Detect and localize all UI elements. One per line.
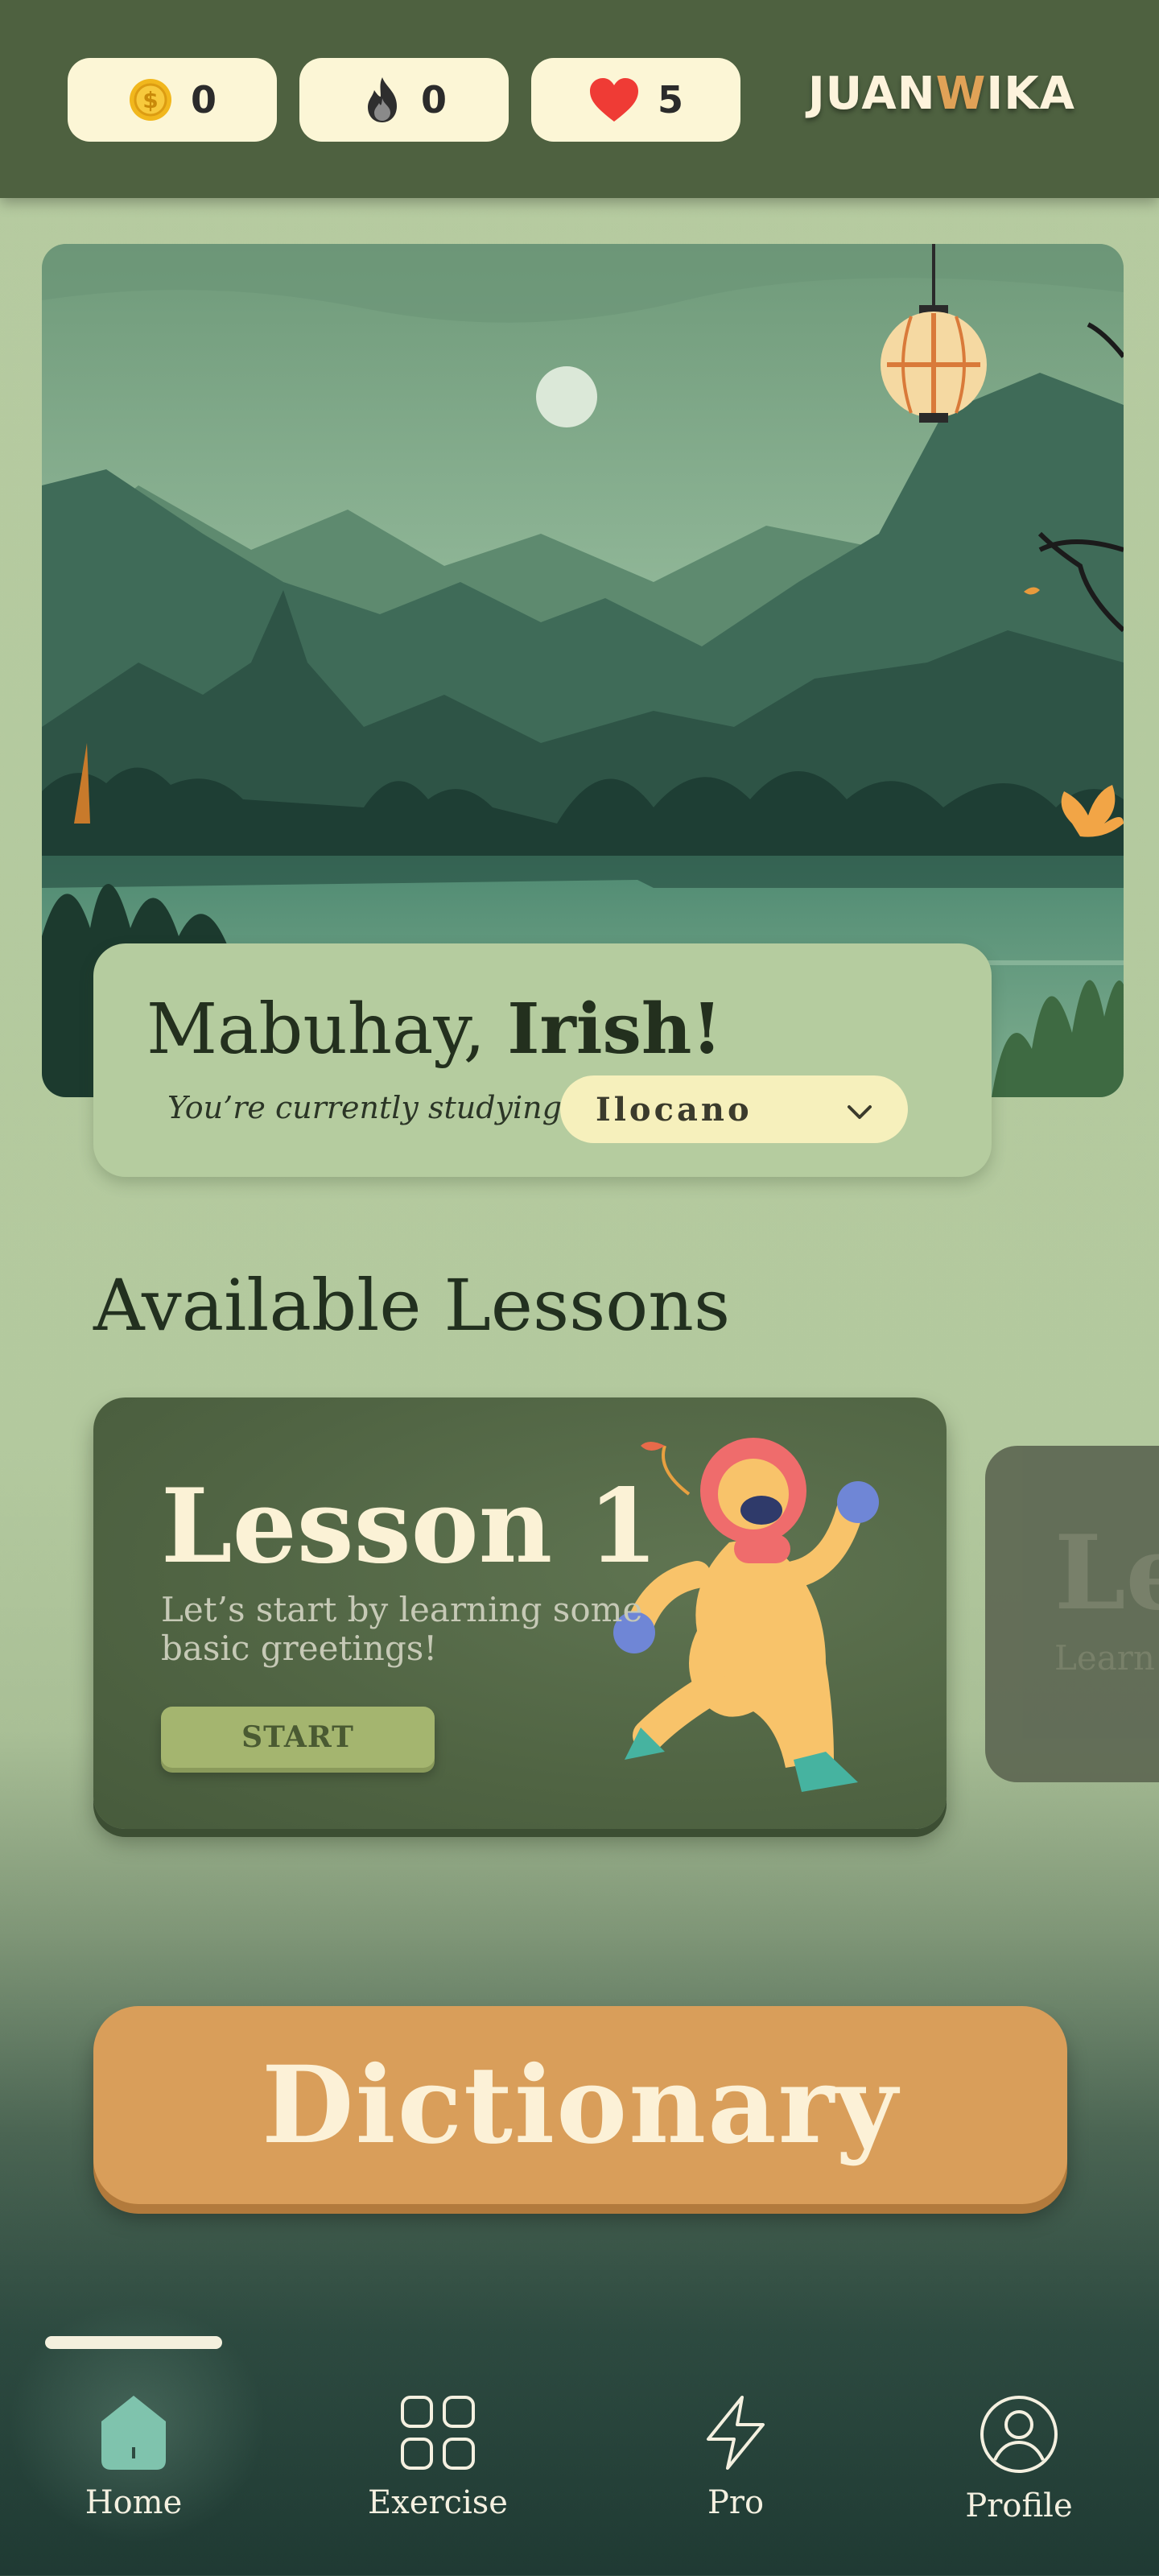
- greeting-salutation: Mabuhay,: [146, 989, 508, 1070]
- nav-label: Home: [85, 2484, 183, 2521]
- streak-count: 0: [420, 78, 447, 122]
- lightning-icon: [697, 2394, 774, 2475]
- user-icon: [979, 2394, 1059, 2478]
- logo-text-part1: JUAN: [807, 68, 936, 120]
- lesson-title: Lesson 1: [161, 1467, 658, 1586]
- studying-label: You’re currently studying:: [167, 1090, 572, 1125]
- logo-text-part2: IKA: [986, 68, 1075, 120]
- language-dropdown[interactable]: Ilocano: [560, 1075, 908, 1143]
- lesson-card-1[interactable]: Lesson 1 Let’s start by learning some ba…: [93, 1397, 947, 1829]
- active-tab-indicator: [45, 2336, 222, 2349]
- grid-icon: [399, 2394, 476, 2475]
- lesson-card-2[interactable]: Le Learn to oth: [985, 1446, 1159, 1782]
- nav-label: Pro: [707, 2484, 765, 2521]
- streak-counter[interactable]: 0: [299, 58, 509, 142]
- coin-count: 0: [190, 78, 217, 122]
- start-lesson-button[interactable]: START: [161, 1707, 435, 1768]
- lessons-section-title: Available Lessons: [93, 1264, 731, 1347]
- greeting-title: Mabuhay, Irish!: [146, 989, 722, 1070]
- lesson-description: Learn to oth: [1054, 1638, 1159, 1678]
- nav-item-exercise[interactable]: Exercise: [333, 2394, 542, 2539]
- lesson-description: Let’s start by learning some basic greet…: [161, 1590, 643, 1668]
- user-name: Irish!: [507, 989, 723, 1070]
- nav-label: Exercise: [368, 2484, 508, 2521]
- hearts-count: 5: [657, 78, 683, 122]
- home-icon: [92, 2391, 175, 2475]
- coin-icon: $: [128, 77, 173, 122]
- coin-counter[interactable]: $ 0: [68, 58, 277, 142]
- top-bar: $ 0 0 5 JUANWIKA: [0, 0, 1159, 198]
- logo-text-accent: W: [935, 68, 987, 120]
- hearts-counter[interactable]: 5: [531, 58, 740, 142]
- nav-item-profile[interactable]: Profile: [914, 2394, 1124, 2539]
- app-logo: JUANWIKA: [808, 68, 1075, 124]
- language-value: Ilocano: [596, 1090, 753, 1129]
- dictionary-button[interactable]: Dictionary: [93, 2006, 1067, 2204]
- lesson-title: Le: [1054, 1513, 1159, 1633]
- greeting-card: Mabuhay, Irish! You’re currently studyin…: [93, 943, 992, 1177]
- svg-text:$: $: [142, 87, 158, 114]
- nav-item-home[interactable]: Home: [29, 2391, 238, 2536]
- heart-icon: [588, 76, 640, 123]
- chevron-down-icon: [847, 1091, 872, 1129]
- nav-item-pro[interactable]: Pro: [631, 2394, 840, 2539]
- fire-icon: [361, 76, 403, 124]
- nav-label: Profile: [965, 2487, 1073, 2524]
